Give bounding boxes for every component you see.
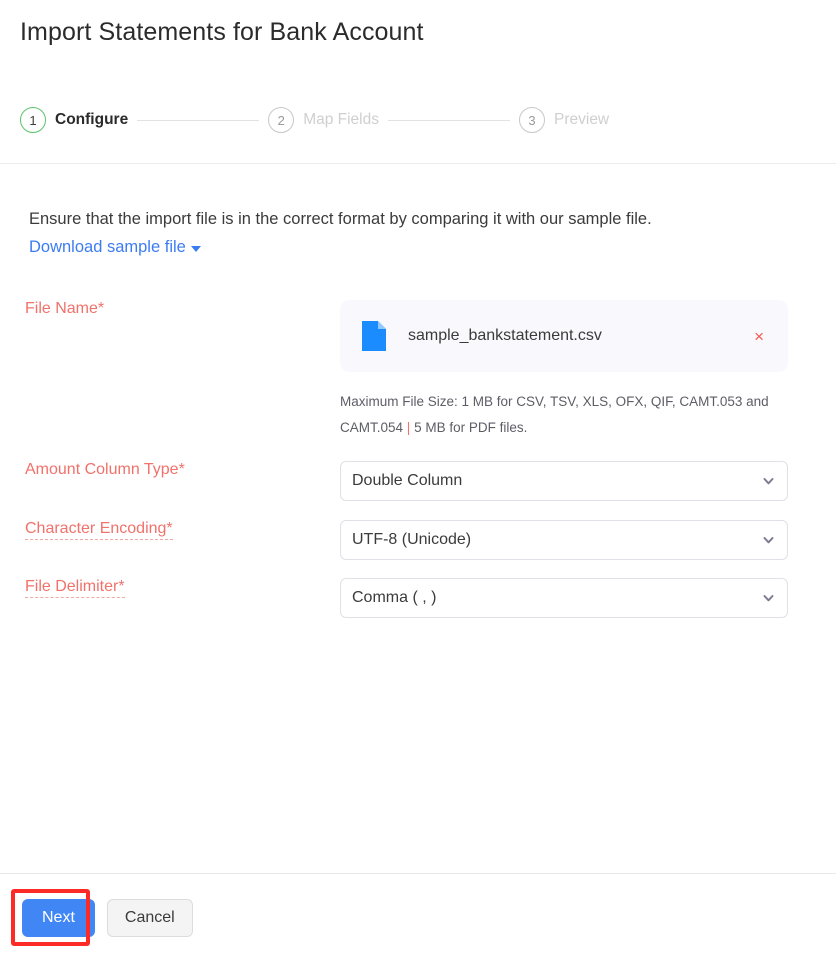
file-delimiter-select-wrap: Comma ( , ) <box>340 578 788 618</box>
character-encoding-label-text: Character Encoding* <box>25 520 173 540</box>
amount-column-type-select-wrap: Double Column <box>340 461 788 501</box>
footer-actions: Next Cancel <box>22 899 193 937</box>
file-size-hint-line1: Maximum File Size: 1 MB for CSV, TSV, XL… <box>340 394 769 409</box>
page-title: Import Statements for Bank Account <box>20 18 424 46</box>
next-button[interactable]: Next <box>22 899 95 937</box>
step-connector-1 <box>137 119 260 121</box>
file-name-row: File Name* sample_bankstatement.csv × Ma… <box>20 300 816 441</box>
step-preview-label: Preview <box>554 111 610 128</box>
header-divider <box>0 163 836 164</box>
amount-column-type-label-text: Amount Column Type* <box>25 461 185 478</box>
file-delimiter-value: Comma ( , ) <box>352 589 437 606</box>
uploaded-file-name: sample_bankstatement.csv <box>408 327 602 344</box>
amount-column-type-row: Amount Column Type* Double Column <box>20 461 816 501</box>
file-size-hint-line2b: 5 MB for PDF files. <box>414 420 528 435</box>
step-preview[interactable]: 3 Preview <box>519 107 609 133</box>
intro-text: Ensure that the import file is in the co… <box>29 210 652 228</box>
step-connector-2 <box>388 119 510 121</box>
file-size-hint-separator: | <box>406 420 411 435</box>
file-size-hint: Maximum File Size: 1 MB for CSV, TSV, XL… <box>340 389 770 441</box>
file-delimiter-select[interactable]: Comma ( , ) <box>340 578 788 618</box>
file-name-label: File Name* <box>20 300 340 318</box>
remove-file-close-icon[interactable]: × <box>748 324 770 349</box>
import-statements-page: Import Statements for Bank Account 1 Con… <box>0 0 836 953</box>
step-preview-number: 3 <box>519 107 545 133</box>
amount-column-type-value: Double Column <box>352 472 463 489</box>
character-encoding-select[interactable]: UTF-8 (Unicode) <box>340 520 788 560</box>
file-upload-column: sample_bankstatement.csv × Maximum File … <box>340 300 788 441</box>
character-encoding-select-wrap: UTF-8 (Unicode) <box>340 520 788 560</box>
file-name-label-text: File Name* <box>25 300 105 317</box>
progress-stepper: 1 Configure 2 Map Fields 3 Preview <box>20 104 609 136</box>
footer-divider <box>0 873 836 874</box>
step-map-fields-label: Map Fields <box>303 111 379 128</box>
file-delimiter-label: File Delimiter* <box>20 578 340 598</box>
character-encoding-label: Character Encoding* <box>20 520 340 540</box>
character-encoding-value: UTF-8 (Unicode) <box>352 531 472 548</box>
file-size-hint-line2a: CAMT.054 <box>340 420 404 435</box>
character-encoding-row: Character Encoding* UTF-8 (Unicode) <box>20 520 816 560</box>
amount-column-type-label: Amount Column Type* <box>20 461 340 479</box>
step-map-fields[interactable]: 2 Map Fields <box>268 107 379 133</box>
cancel-button[interactable]: Cancel <box>106 899 193 937</box>
uploaded-file-box[interactable]: sample_bankstatement.csv × <box>340 300 788 372</box>
download-sample-file-link[interactable]: Download sample file <box>29 234 201 260</box>
caret-down-icon <box>190 245 201 252</box>
file-delimiter-label-text: File Delimiter* <box>25 578 125 598</box>
step-map-fields-number: 2 <box>268 107 295 133</box>
file-document-icon <box>362 321 386 351</box>
amount-column-type-select[interactable]: Double Column <box>340 461 788 501</box>
step-configure-label: Configure <box>55 111 129 128</box>
step-configure[interactable]: 1 Configure <box>20 107 128 133</box>
intro-block: Ensure that the import file is in the co… <box>29 206 819 260</box>
file-delimiter-row: File Delimiter* Comma ( , ) <box>20 578 816 618</box>
step-configure-number: 1 <box>20 107 46 133</box>
download-sample-file-label: Download sample file <box>29 238 186 256</box>
